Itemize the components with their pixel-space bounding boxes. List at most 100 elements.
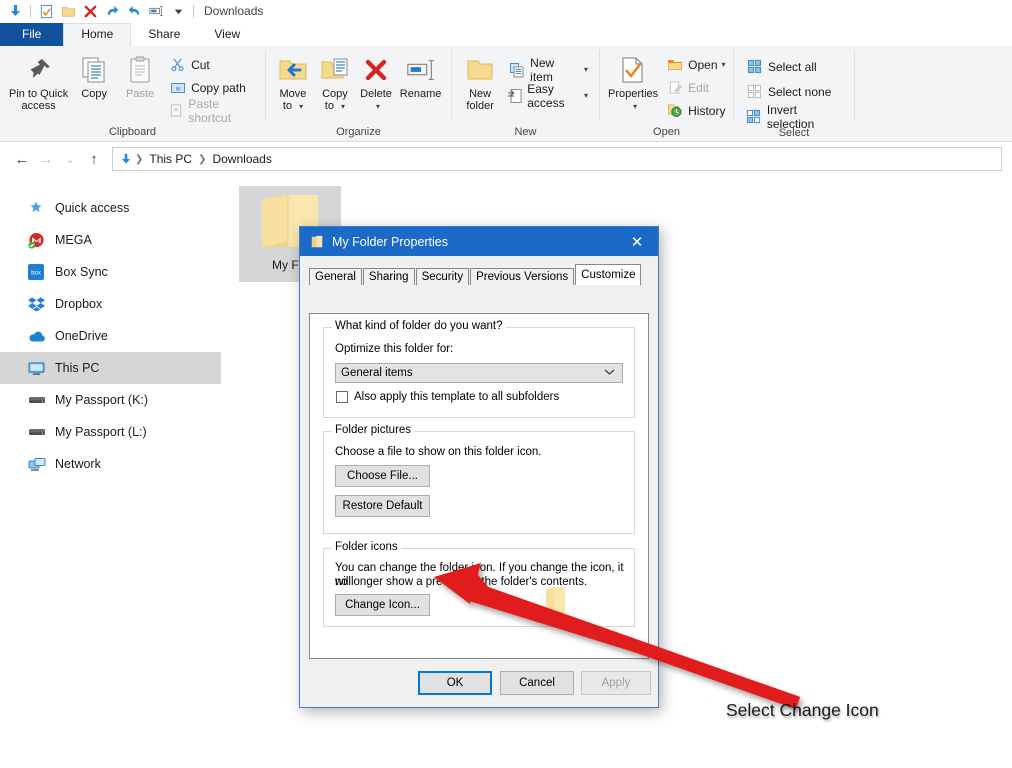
- chevron-down-icon-3: ▾: [376, 102, 381, 111]
- new-item-button[interactable]: New item ▾: [502, 56, 593, 84]
- easy-access-button[interactable]: Easy access ▾: [502, 82, 593, 110]
- cut-button[interactable]: Cut: [163, 54, 259, 75]
- history-button[interactable]: History: [660, 100, 730, 121]
- tab-home[interactable]: Home: [63, 23, 132, 46]
- dialog-tab-bar: General Sharing Security Previous Versio…: [300, 264, 658, 285]
- customize-chevron-icon[interactable]: [167, 1, 189, 21]
- drive-icon-2: [28, 426, 50, 438]
- properties-checkmark-icon[interactable]: [35, 1, 57, 21]
- tab-share[interactable]: Share: [131, 23, 197, 46]
- dialog-title-bar[interactable]: My Folder Properties ✕: [300, 227, 658, 256]
- group-caption-select: Select: [778, 127, 810, 139]
- breadcrumb-item-downloads[interactable]: Downloads: [208, 152, 275, 166]
- box-sync-icon: box: [28, 264, 50, 280]
- breadcrumb-separator-2: ❯: [198, 153, 207, 165]
- paste-shortcut-button[interactable]: Paste shortcut: [163, 97, 259, 125]
- optimize-folder-dropdown[interactable]: General items: [335, 363, 623, 383]
- select-small-buttons: Select all Select none Invert selection: [740, 50, 848, 131]
- sidebar-item-dropbox[interactable]: Dropbox: [0, 288, 221, 320]
- svg-text:box: box: [31, 271, 41, 277]
- sidebar-item-quick-access[interactable]: Quick access: [0, 192, 221, 224]
- new-folder-button[interactable]: New folder: [458, 50, 502, 115]
- properties-button[interactable]: Properties ▾: [606, 50, 660, 116]
- copy-button[interactable]: Copy: [71, 50, 117, 103]
- ok-button[interactable]: OK: [418, 671, 492, 695]
- dialog-footer: OK Cancel Apply: [300, 659, 658, 707]
- sidebar-item-onedrive[interactable]: OneDrive: [0, 320, 221, 352]
- select-none-icon: [745, 83, 764, 100]
- new-folder-label-line1: New: [469, 88, 492, 100]
- breadcrumb[interactable]: ❯ This PC ❯ Downloads: [112, 147, 1002, 171]
- choose-file-button[interactable]: Choose File...: [335, 465, 430, 487]
- chevron-down-icon-4: ▾: [583, 65, 588, 74]
- open-button[interactable]: Open ▾: [660, 54, 730, 75]
- quick-access-toolbar: Downloads: [0, 0, 1012, 22]
- mega-icon: [28, 232, 50, 249]
- select-none-button[interactable]: Select none: [740, 81, 848, 102]
- tab-general[interactable]: General: [309, 268, 362, 285]
- pin-to-quick-access-button[interactable]: Pin to Quick access: [6, 50, 71, 115]
- sidebar-item-this-pc[interactable]: This PC: [0, 352, 221, 384]
- breadcrumb-item-this-pc[interactable]: This PC: [145, 152, 196, 166]
- select-all-icon: [745, 58, 764, 75]
- sidebar-item-my-passport-k[interactable]: My Passport (K:): [0, 384, 221, 416]
- forward-arrow-icon[interactable]: →: [34, 147, 58, 171]
- tab-file[interactable]: File: [0, 23, 64, 46]
- ribbon-group-organize: Move to ▾ Copy to ▾ Delete ▾ Rename Orga…: [266, 46, 451, 141]
- optimize-folder-value: General items: [341, 367, 413, 379]
- ribbon-group-clipboard: Pin to Quick access Copy Paste Cut w Cop…: [0, 46, 265, 141]
- recent-chevron-icon[interactable]: ⌄: [58, 147, 82, 171]
- tab-customize[interactable]: Customize: [575, 264, 642, 285]
- sidebar-item-box-sync[interactable]: box Box Sync: [0, 256, 221, 288]
- apply-template-checkbox[interactable]: [336, 391, 348, 403]
- move-to-button[interactable]: Move to ▾: [272, 50, 314, 116]
- breadcrumb-separator-1: ❯: [135, 153, 144, 165]
- undo-icon[interactable]: [123, 1, 145, 21]
- history-icon: [665, 102, 684, 119]
- redo-icon[interactable]: [101, 1, 123, 21]
- svg-text:w: w: [174, 86, 180, 92]
- edit-button[interactable]: Edit: [660, 77, 730, 98]
- this-pc-monitor-icon: [28, 361, 50, 376]
- tab-security[interactable]: Security: [415, 268, 470, 285]
- restore-default-button[interactable]: Restore Default: [335, 495, 430, 517]
- copy-to-button[interactable]: Copy to ▾: [314, 50, 356, 116]
- delete-x-icon[interactable]: [79, 1, 101, 21]
- back-arrow-icon[interactable]: ←: [10, 147, 34, 171]
- tab-previous-versions[interactable]: Previous Versions: [470, 268, 575, 285]
- paste-button[interactable]: Paste: [117, 50, 163, 103]
- close-icon[interactable]: ✕: [616, 227, 658, 256]
- sidebar-label-this-pc: This PC: [55, 361, 100, 375]
- up-arrow-icon[interactable]: ↑: [82, 147, 106, 171]
- delete-icon: [362, 53, 390, 87]
- paste-icon: [127, 53, 153, 87]
- chevron-down-icon-2: ▾: [341, 102, 346, 111]
- apply-template-label: Also apply this template to all subfolde…: [354, 391, 560, 403]
- easy-access-icon: [507, 87, 523, 104]
- toolbar-separator-2: [193, 4, 194, 18]
- apply-template-checkbox-row[interactable]: Also apply this template to all subfolde…: [336, 391, 559, 403]
- properties-icon: [620, 53, 646, 87]
- new-item-label: New item: [530, 55, 555, 84]
- sidebar-item-mega[interactable]: MEGA: [0, 224, 221, 256]
- copy-path-button[interactable]: w Copy path: [163, 77, 259, 98]
- group-divider-5: [854, 50, 855, 121]
- rename-button[interactable]: Rename: [396, 50, 445, 103]
- select-all-button[interactable]: Select all: [740, 56, 848, 77]
- new-item-icon: [507, 61, 526, 78]
- sidebar-item-network[interactable]: Network: [0, 448, 221, 480]
- tab-view[interactable]: View: [197, 23, 257, 46]
- history-label: History: [688, 103, 726, 118]
- address-bar: ← → ⌄ ↑ ❯ This PC ❯ Downloads: [0, 142, 1012, 176]
- change-icon-button[interactable]: Change Icon...: [335, 594, 430, 616]
- new-folder-icon[interactable]: [57, 1, 79, 21]
- rename-icon[interactable]: [145, 1, 167, 21]
- invert-selection-button[interactable]: Invert selection: [740, 103, 848, 131]
- download-arrow-icon[interactable]: [4, 1, 26, 21]
- delete-button[interactable]: Delete ▾: [356, 50, 396, 116]
- copy-to-label-line1: Copy: [322, 88, 348, 100]
- tab-sharing[interactable]: Sharing: [362, 268, 415, 285]
- sidebar-item-my-passport-l[interactable]: My Passport (L:): [0, 416, 221, 448]
- dialog-title: My Folder Properties: [332, 234, 449, 249]
- cancel-button[interactable]: Cancel: [500, 671, 574, 695]
